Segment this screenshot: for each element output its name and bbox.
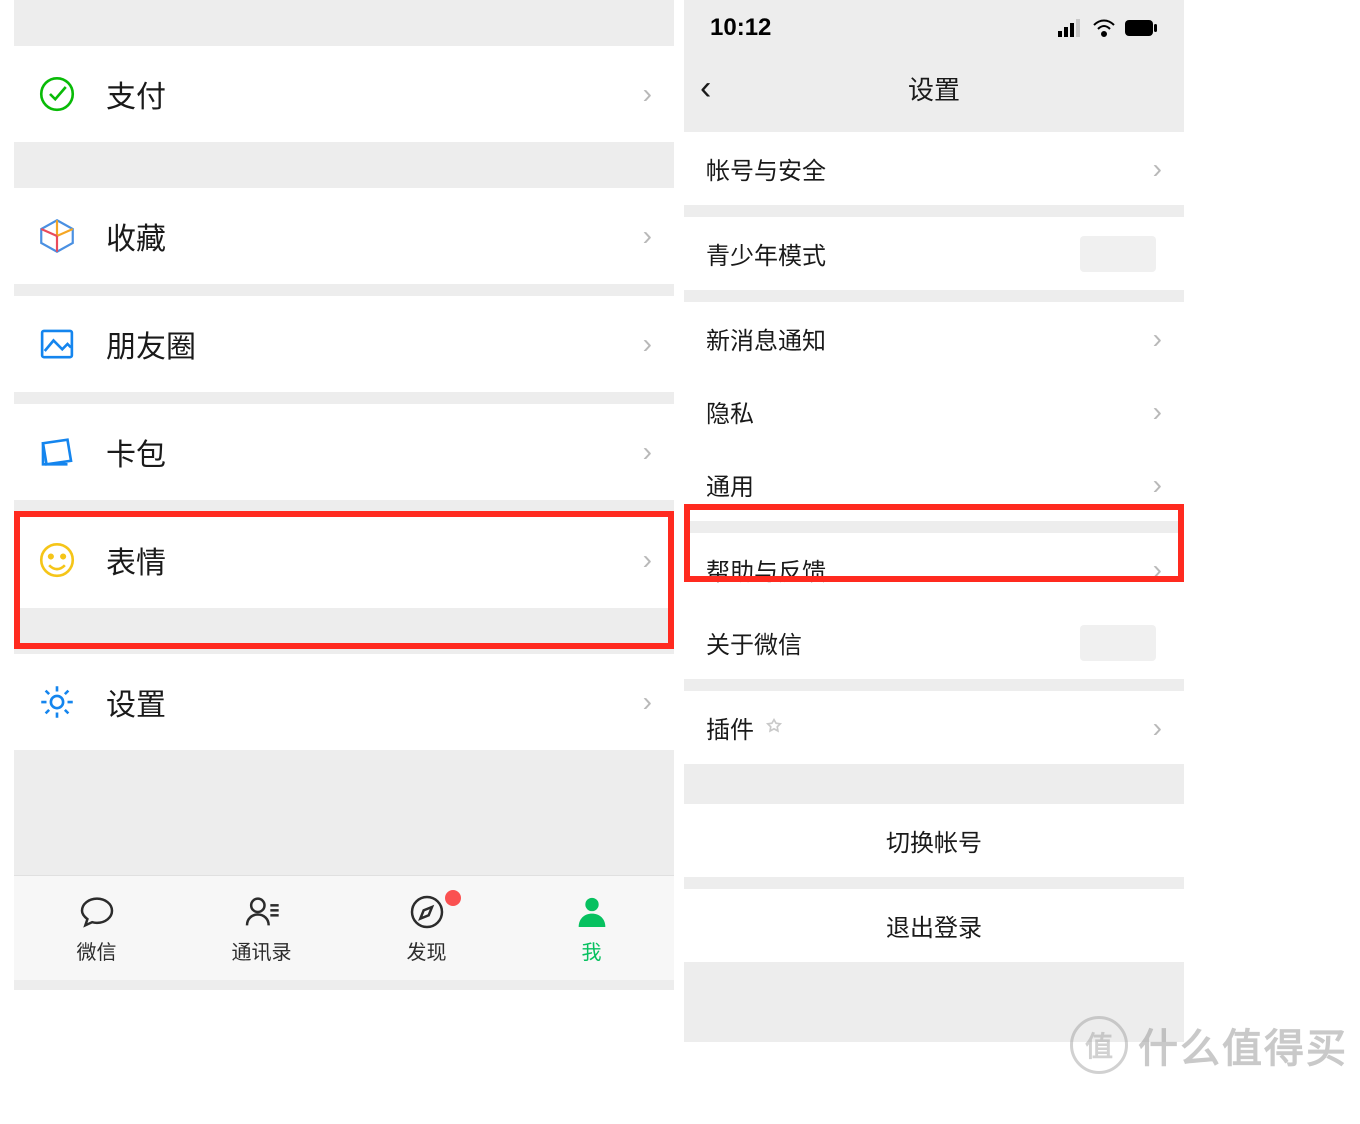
divider (684, 205, 1184, 217)
section-gap (14, 0, 674, 46)
gear-icon (36, 681, 78, 723)
cube-icon (36, 215, 78, 257)
tab-label: 我 (582, 936, 602, 965)
redacted-value (1080, 236, 1156, 272)
chevron-right-icon: › (643, 80, 652, 108)
menu-item-settings[interactable]: 设置 › (14, 654, 674, 750)
tab-bar: 微信 通讯录 发现 我 (14, 875, 674, 980)
divider (14, 284, 674, 296)
page-title: 设置 (908, 70, 960, 107)
chevron-right-icon: › (643, 222, 652, 250)
wifi-icon (1092, 19, 1116, 37)
menu-item-label: 收藏 (106, 214, 643, 258)
settings-item-label: 插件 (706, 710, 754, 745)
tab-label: 微信 (77, 936, 117, 965)
settings-item-switch-account[interactable]: 切换帐号 (684, 804, 1184, 877)
settings-item-label: 帮助与反馈 (706, 552, 1153, 587)
chevron-right-icon: › (643, 330, 652, 358)
menu-item-label: 设置 (106, 680, 643, 724)
divider (684, 877, 1184, 889)
chevron-right-icon: › (1153, 398, 1162, 426)
tab-contacts[interactable]: 通讯录 (179, 876, 344, 980)
back-button[interactable]: ‹ (700, 69, 711, 108)
menu-item-label: 支付 (106, 72, 643, 116)
settings-item-label: 切换帐号 (886, 823, 982, 858)
chevron-right-icon: › (1153, 325, 1162, 353)
chat-icon (77, 892, 117, 932)
menu-item-label: 卡包 (106, 430, 643, 474)
watermark-badge: 值 (1070, 1016, 1128, 1074)
settings-item-account-security[interactable]: 帐号与安全 › (684, 132, 1184, 205)
section-gap (684, 764, 1184, 804)
battery-icon (1124, 19, 1158, 37)
section-gap (14, 608, 674, 654)
signal-icon (1058, 19, 1084, 37)
status-time: 10:12 (710, 14, 771, 42)
settings-item-label: 青少年模式 (706, 236, 1080, 271)
menu-item-pay[interactable]: 支付 › (14, 46, 674, 142)
settings-item-help-feedback[interactable]: 帮助与反馈 › (684, 533, 1184, 606)
settings-item-label: 新消息通知 (706, 321, 1153, 356)
tab-label: 通讯录 (232, 936, 292, 965)
chevron-right-icon: › (643, 688, 652, 716)
watermark-text: 什么值得买 (1138, 1016, 1348, 1074)
me-page: 支付 › 收藏 › 朋友圈 › 卡包 › (14, 0, 674, 980)
chevron-right-icon: › (1153, 556, 1162, 584)
nav-bar: ‹ 设置 (684, 56, 1184, 120)
settings-item-label: 关于微信 (706, 625, 1080, 660)
settings-item-privacy[interactable]: 隐私 › (684, 375, 1184, 448)
chevron-right-icon: › (1153, 155, 1162, 183)
watermark: 值 什么值得买 (1070, 1016, 1348, 1074)
tab-me[interactable]: 我 (509, 876, 674, 980)
settings-item-plugins[interactable]: 插件 › (684, 691, 1184, 764)
person-icon (572, 892, 612, 932)
notification-dot (445, 890, 461, 906)
menu-item-moments[interactable]: 朋友圈 › (14, 296, 674, 392)
menu-item-favorites[interactable]: 收藏 › (14, 188, 674, 284)
smile-icon (36, 539, 78, 581)
divider (14, 500, 674, 512)
contacts-icon (242, 892, 282, 932)
chevron-right-icon: › (1153, 471, 1162, 499)
pay-icon (36, 73, 78, 115)
status-bar: 10:12 (684, 0, 1184, 56)
divider (684, 521, 1184, 533)
settings-item-label: 通用 (706, 467, 1153, 502)
menu-item-label: 表情 (106, 538, 643, 582)
menu-item-stickers[interactable]: 表情 › (14, 512, 674, 608)
compass-icon (407, 892, 447, 932)
settings-page: 10:12 ‹ 设置 帐号与安全 › 青少年模式 新消息通知 › 隐私 (684, 0, 1184, 960)
chevron-right-icon: › (1153, 714, 1162, 742)
chevron-right-icon: › (643, 438, 652, 466)
chevron-right-icon: › (643, 546, 652, 574)
card-icon (36, 431, 78, 473)
settings-item-notifications[interactable]: 新消息通知 › (684, 302, 1184, 375)
redacted-value (1080, 625, 1156, 661)
tab-discover[interactable]: 发现 (344, 876, 509, 980)
menu-item-cards[interactable]: 卡包 › (14, 404, 674, 500)
status-icons (1058, 19, 1158, 37)
tab-label: 发现 (407, 936, 447, 965)
settings-item-about[interactable]: 关于微信 (684, 606, 1184, 679)
divider (684, 120, 1184, 132)
moments-icon (36, 323, 78, 365)
divider (684, 679, 1184, 691)
settings-item-label: 帐号与安全 (706, 151, 1153, 186)
settings-item-logout[interactable]: 退出登录 (684, 889, 1184, 962)
settings-item-label: 隐私 (706, 394, 1153, 429)
settings-item-label: 退出登录 (886, 908, 982, 943)
section-gap (14, 142, 674, 188)
divider (14, 392, 674, 404)
settings-item-teen-mode[interactable]: 青少年模式 (684, 217, 1184, 290)
menu-item-label: 朋友圈 (106, 322, 643, 366)
tab-chat[interactable]: 微信 (14, 876, 179, 980)
divider (684, 290, 1184, 302)
plugin-badge-icon (764, 718, 784, 738)
settings-item-general[interactable]: 通用 › (684, 448, 1184, 521)
